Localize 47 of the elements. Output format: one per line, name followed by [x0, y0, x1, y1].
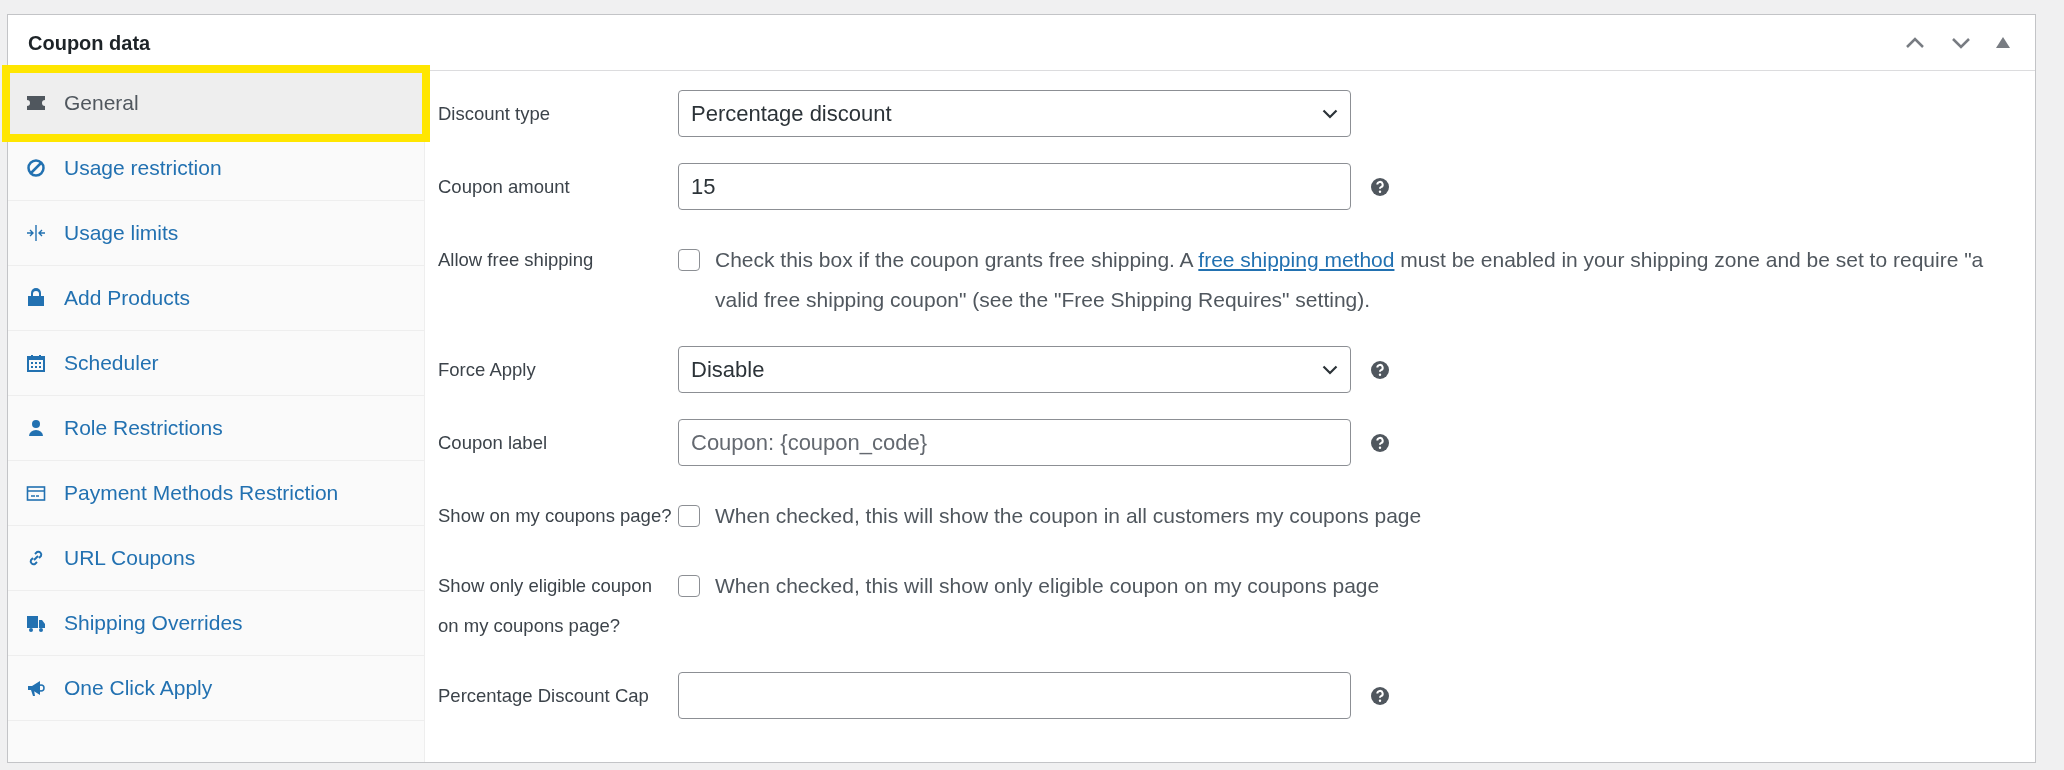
field-label: Force Apply	[438, 358, 537, 382]
input-field[interactable]: 15	[678, 163, 1351, 210]
input-field[interactable]: Coupon: {coupon_code}	[678, 419, 1351, 466]
free-shipping-link[interactable]: free shipping method	[1198, 248, 1395, 271]
checkbox-description: When checked, this will show the coupon in all customers my coupons page	[715, 503, 1422, 529]
sidebar-tab[interactable]: Role Restrictions	[8, 396, 424, 461]
sidebar-tab[interactable]: Shipping Overrides	[8, 591, 424, 656]
field-label: Coupon amount	[438, 175, 571, 199]
dropdown[interactable]: Percentage discount	[678, 90, 1351, 137]
calendar-icon	[26, 353, 46, 373]
sidebar-tab[interactable]: URL Coupons	[8, 526, 424, 591]
sidebar-tab[interactable]: Scheduler	[8, 331, 424, 396]
checkbox-description: When checked, this will show only eligible coupon on my coupons page	[715, 573, 1380, 599]
arrows-inward-icon	[26, 223, 46, 243]
chevron-down-icon	[1951, 36, 1971, 49]
input-field[interactable]	[678, 672, 1351, 719]
checkbox[interactable]	[678, 249, 700, 271]
sidebar-tab[interactable]: Payment Methods Restriction	[8, 461, 424, 526]
person-icon	[26, 418, 46, 438]
help-icon[interactable]	[1370, 359, 1390, 380]
sidebar-tab[interactable]: Add Products	[8, 266, 424, 331]
chevron-up-icon	[1905, 36, 1925, 49]
sidebar-tab[interactable]: Usage limits	[8, 201, 424, 266]
sidebar-tab[interactable]: One Click Apply	[8, 656, 424, 721]
field-label: Percentage Discount Cap	[438, 684, 650, 708]
field-label: Coupon label	[438, 431, 549, 455]
help-icon[interactable]	[1370, 685, 1390, 706]
dropdown[interactable]: Disable	[678, 346, 1351, 393]
field-label: Show on my coupons page?	[438, 504, 673, 528]
field-label: Allow free shipping	[438, 248, 595, 272]
checkbox-description: Check this box if the coupon grants free shipping. A free shipping method must be enabled in your shipping zone and be set to require "a valid free shipping coupon" (see the "Free Shipping Requires" setting).	[715, 247, 1985, 313]
sidebar-tab[interactable]: Usage restriction	[8, 136, 424, 201]
card-icon	[26, 483, 46, 503]
prohibited-icon	[26, 158, 46, 178]
triangle-up-icon	[1996, 37, 2010, 48]
field-label: Show only eligible coupon on my coupons page?	[438, 574, 653, 638]
megaphone-icon	[26, 678, 46, 698]
chevron-down-icon	[1322, 108, 1338, 119]
truck-icon	[26, 613, 46, 633]
ticket-icon	[26, 93, 46, 113]
checkbox[interactable]	[678, 505, 700, 527]
panel-title: Coupon data	[28, 30, 151, 56]
checkbox[interactable]	[678, 575, 700, 597]
field-label: Discount type	[438, 102, 552, 126]
help-icon[interactable]	[1370, 176, 1390, 197]
help-icon[interactable]	[1370, 432, 1390, 453]
chevron-down-icon	[1322, 364, 1338, 375]
